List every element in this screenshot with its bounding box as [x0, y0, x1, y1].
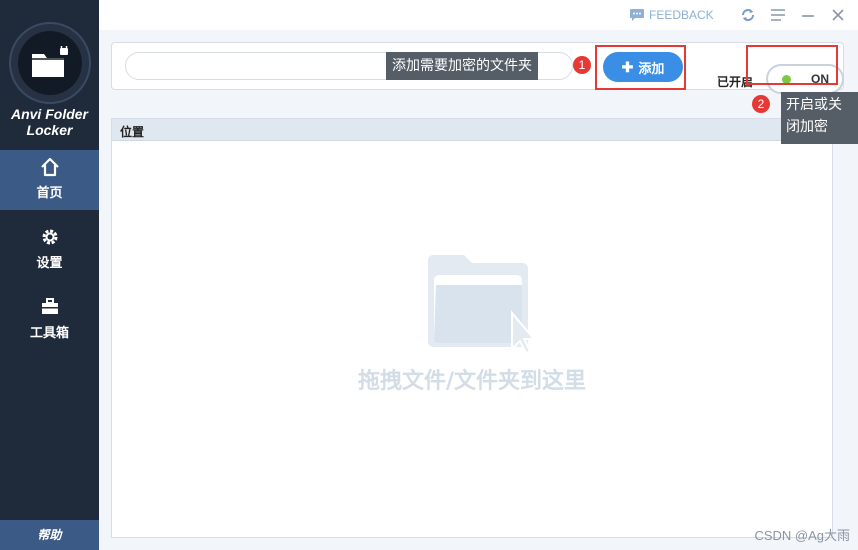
folder-drop-icon: [428, 255, 536, 355]
sidebar-item-label: 首页: [36, 186, 63, 201]
callout-toggle: 开启或关 闭加密: [781, 92, 858, 144]
refresh-button[interactable]: [739, 6, 757, 24]
sidebar-item-label: 设置: [36, 256, 63, 271]
callout-badge-1: 1: [573, 56, 591, 74]
watermark: CSDN @Ag大雨: [754, 528, 850, 543]
feedback-label: FEEDBACK: [649, 8, 714, 22]
highlight-box-toggle: [746, 45, 838, 85]
help-button[interactable]: 帮助: [0, 520, 99, 550]
app-logo: [9, 22, 91, 104]
app-name: Anvi Folder Locker: [10, 106, 88, 138]
callout-add: 添加需要加密的文件夹: [386, 52, 538, 80]
gear-icon: [42, 229, 57, 245]
sidebar-item-label: 工具箱: [29, 326, 69, 341]
column-location[interactable]: 位置: [120, 123, 144, 140]
menu-icon: [771, 9, 785, 21]
minimize-icon: [802, 15, 814, 17]
folder-lock-icon: [18, 31, 82, 95]
main-panel: ✚ 添加 已开启 ON 位置 保护 拖拽文件/文件夹到这里: [99, 30, 858, 550]
minimize-button[interactable]: [799, 6, 817, 24]
home-icon: [40, 157, 59, 177]
menu-button[interactable]: [769, 6, 787, 24]
highlight-box-add: [595, 45, 686, 90]
title-bar: FEEDBACK: [99, 0, 858, 30]
refresh-icon: [742, 9, 754, 21]
chat-bubble-icon: [630, 9, 644, 21]
toolbox-icon: [41, 298, 58, 314]
feedback-link[interactable]: FEEDBACK: [629, 7, 714, 23]
callout-badge-2: 2: [752, 95, 770, 113]
table-header: 位置 保护: [112, 119, 832, 141]
close-button[interactable]: [829, 6, 847, 24]
sidebar-item-toolbox[interactable]: 工具箱: [0, 290, 99, 350]
close-icon: [832, 9, 844, 21]
sidebar-item-home[interactable]: 首页: [0, 150, 99, 210]
drop-zone[interactable]: 拖拽文件/文件夹到这里: [112, 141, 832, 537]
folder-table: 位置 保护 拖拽文件/文件夹到这里: [111, 118, 833, 538]
drop-hint-text: 拖拽文件/文件夹到这里: [357, 368, 587, 394]
sidebar: Anvi Folder Locker 首页 设置 工具箱 帮助: [0, 0, 99, 550]
sidebar-item-settings[interactable]: 设置: [0, 220, 99, 280]
